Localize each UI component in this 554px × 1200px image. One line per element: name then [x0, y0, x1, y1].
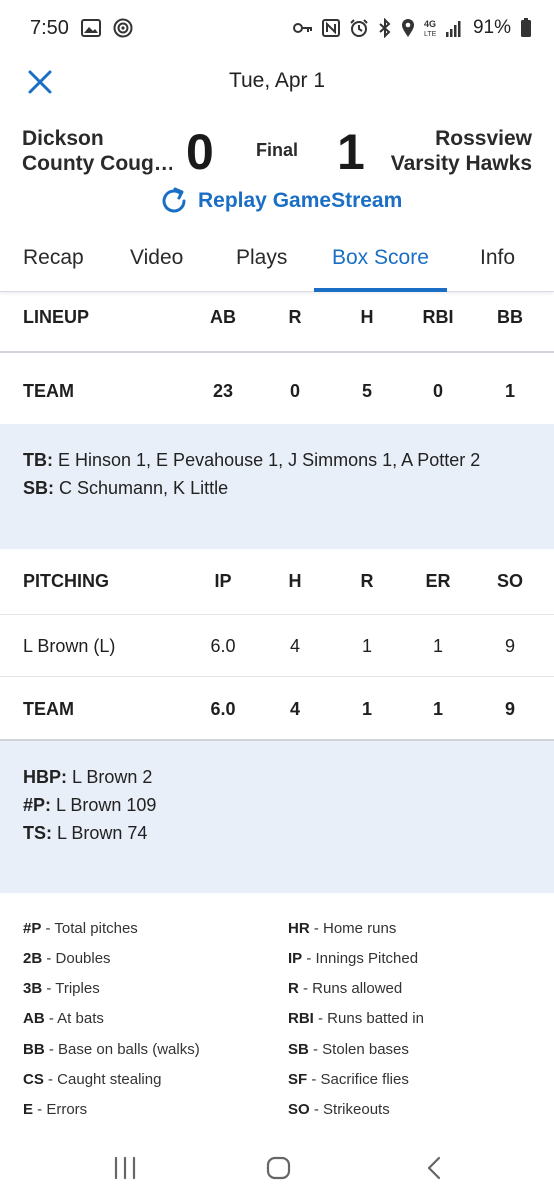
pitcher-r: 1	[361, 635, 372, 656]
team-bb: 1	[504, 380, 515, 401]
col-header-ip: IP	[214, 570, 232, 591]
image-icon	[80, 19, 101, 37]
team-label: TEAM	[23, 380, 74, 401]
away-team-name[interactable]: Rossview Varsity Hawks	[391, 126, 532, 176]
nfc-icon	[321, 19, 340, 37]
pitching-notes: HBP: L Brown 2 #P: L Brown 109 TS: L Bro…	[0, 741, 554, 893]
team-label: TEAM	[23, 698, 74, 719]
game-date: Tue, Apr 1	[228, 69, 326, 92]
active-tab-indicator	[314, 288, 447, 292]
replay-icon	[158, 185, 190, 217]
tab-info[interactable]: Info	[480, 246, 515, 270]
col-header-ab: AB	[210, 306, 236, 327]
lineup-header: LINEUP	[23, 306, 90, 327]
glossary-item: BB - Base on balls (walks)	[23, 1041, 200, 1058]
glossary-item: SB - Stolen bases	[288, 1041, 409, 1058]
home-icon[interactable]	[265, 1154, 293, 1187]
away-team-line2: Varsity Hawks	[390, 152, 532, 175]
status-time: 7:50	[30, 16, 69, 39]
glossary-item: RBI - Runs batted in	[288, 1010, 424, 1027]
col-header-so: SO	[496, 570, 523, 591]
replay-gamestream-button[interactable]: Replay GameStream	[158, 184, 402, 218]
pitcher-er: 1	[432, 635, 443, 656]
glossary-item: #P - Total pitches	[23, 920, 138, 937]
status-bar: 7:50 4G LTE 91%	[0, 0, 554, 56]
bluetooth-icon	[378, 18, 392, 38]
col-header-bb: BB	[497, 306, 523, 327]
glossary-item: E - Errors	[23, 1101, 88, 1118]
glossary-item: 2B - Doubles	[23, 950, 111, 967]
note-tb: TB: E Hinson 1, E Pevahouse 1, J Simmons…	[23, 450, 481, 470]
location-icon	[401, 18, 415, 38]
col-header-rbi: RBI	[422, 306, 454, 327]
back-icon[interactable]	[424, 1154, 444, 1187]
tab-recap[interactable]: Recap	[23, 246, 84, 270]
team-rbi: 0	[432, 380, 443, 401]
note-sb: SB: C Schumann, K Little	[23, 478, 229, 498]
svg-text:LTE: LTE	[424, 31, 437, 38]
scoreboard: Dickson County Coug… 0 Final 1 Rossview …	[0, 122, 554, 182]
divider	[0, 614, 554, 615]
pitching-header-row: PITCHING IP H R ER SO	[0, 562, 554, 600]
pitcher-ip: 6.0	[210, 635, 236, 656]
divider	[0, 351, 554, 353]
tab-plays[interactable]: Plays	[236, 246, 287, 270]
glossary-item: CS - Caught stealing	[23, 1071, 162, 1088]
battery-icon	[520, 18, 532, 38]
svg-text:4G: 4G	[424, 19, 436, 29]
glossary-item: 3B - Triples	[23, 980, 100, 997]
lineup-team-row: TEAM 23 0 5 0 1	[0, 372, 554, 410]
alarm-icon	[349, 18, 369, 38]
batting-notes: TB: E Hinson 1, E Pevahouse 1, J Simmons…	[0, 424, 554, 549]
col-header-r: R	[360, 570, 374, 591]
glossary-item: AB - At bats	[23, 1010, 104, 1027]
glossary-item: SO - Strikeouts	[288, 1101, 390, 1118]
glossary-item: HR - Home runs	[288, 920, 397, 937]
col-header-h: H	[288, 570, 302, 591]
team-r: 1	[361, 698, 372, 719]
pitcher-h: 4	[289, 635, 300, 656]
team-ip: 6.0	[210, 698, 236, 719]
recent-apps-icon[interactable]	[112, 1154, 138, 1187]
col-header-h: H	[360, 306, 374, 327]
replay-label: Replay GameStream	[198, 189, 403, 212]
pitcher-row[interactable]: L Brown (L) 6.0 4 1 1 9	[0, 627, 554, 665]
key-icon	[292, 22, 313, 34]
col-header-er: ER	[425, 570, 451, 591]
podcast-icon	[113, 18, 133, 38]
away-team-line1: Rossview	[435, 127, 532, 150]
signal-icon: 4G LTE	[424, 18, 462, 38]
glossary-item: IP - Innings Pitched	[288, 950, 419, 967]
team-ab: 23	[212, 380, 234, 401]
glossary-item: R - Runs allowed	[288, 980, 403, 997]
team-h: 4	[289, 698, 300, 719]
top-bar: Tue, Apr 1	[0, 56, 554, 108]
note-hbp: HBP: L Brown 2	[23, 767, 153, 787]
pitching-header: PITCHING	[23, 570, 110, 591]
pitching-team-row: TEAM 6.0 4 1 1 9	[0, 690, 554, 728]
divider	[0, 676, 554, 677]
glossary-item: SF - Sacrifice flies	[288, 1071, 409, 1088]
note-pitch-count: #P: L Brown 109	[23, 795, 157, 815]
col-header-r: R	[288, 306, 302, 327]
team-so: 9	[504, 698, 515, 719]
team-er: 1	[432, 698, 443, 719]
pitcher-so: 9	[504, 635, 515, 656]
tab-box-score[interactable]: Box Score	[332, 246, 429, 270]
pitcher-name: L Brown (L)	[23, 635, 116, 656]
system-nav-bar	[0, 1140, 554, 1200]
lineup-header-row: LINEUP AB R H RBI BB	[0, 298, 554, 336]
tab-video[interactable]: Video	[130, 246, 183, 270]
team-r: 0	[289, 380, 300, 401]
tab-bar: Recap Video Plays Box Score Info	[0, 236, 554, 292]
team-h: 5	[361, 380, 372, 401]
note-ts: TS: L Brown 74	[23, 823, 148, 843]
away-score: 1	[337, 124, 365, 180]
battery-percent: 91%	[472, 17, 511, 38]
